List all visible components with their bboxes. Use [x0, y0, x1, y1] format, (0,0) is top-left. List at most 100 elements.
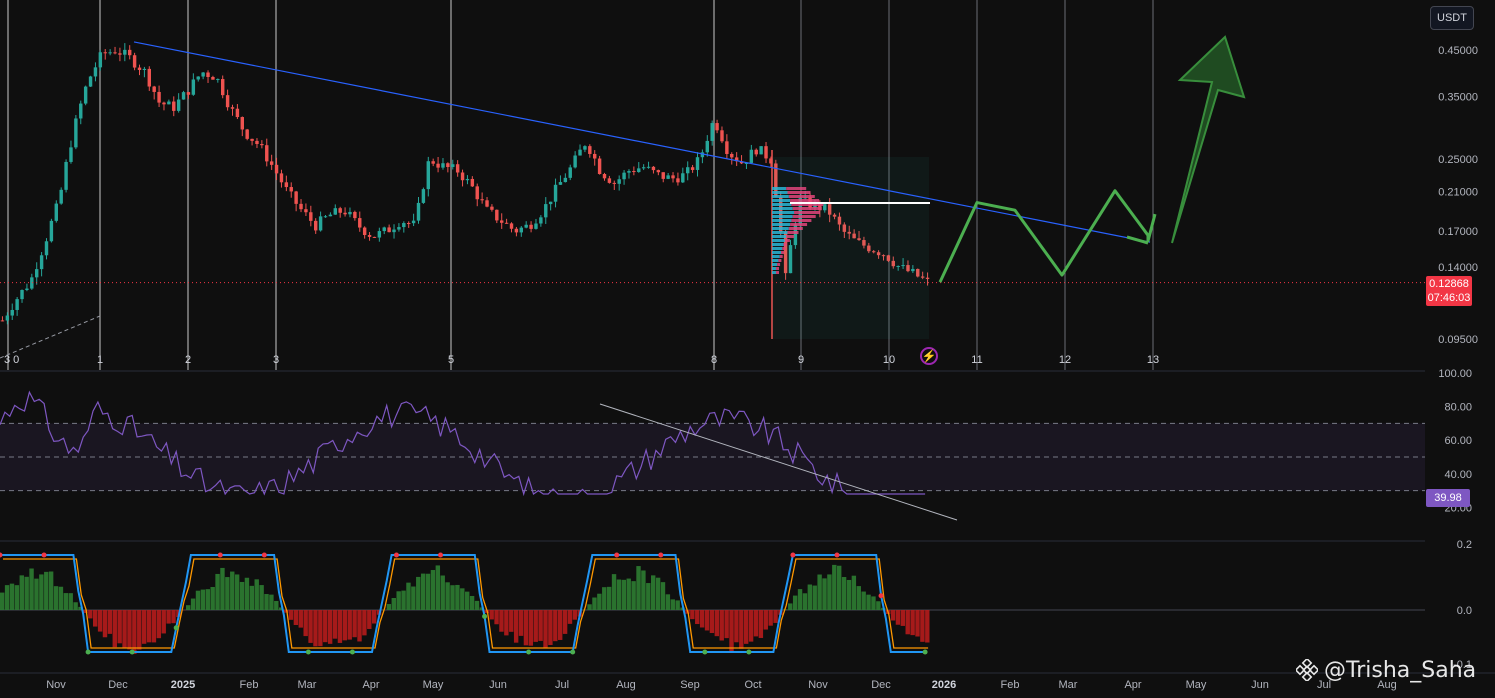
osc-bar: [832, 564, 837, 610]
candle-body: [167, 101, 171, 105]
candle-body: [406, 223, 411, 225]
candle-body: [49, 220, 54, 242]
candle-body: [676, 178, 680, 183]
currency-selector[interactable]: USDT: [1430, 6, 1474, 30]
time-axis-label: Mar: [1059, 679, 1078, 691]
candle-body: [265, 145, 269, 162]
osc-bar: [63, 593, 69, 610]
projection-tick: [1126, 235, 1149, 245]
price-tick-label: 0.17000: [1438, 226, 1478, 238]
candle-body: [108, 52, 112, 54]
candle-body: [250, 138, 254, 141]
candle-body: [725, 141, 729, 154]
candle-body: [176, 99, 181, 111]
candle-body: [225, 95, 230, 108]
volume-bar-down: [776, 267, 779, 270]
osc-bar: [14, 585, 20, 610]
candle-body: [147, 68, 152, 87]
osc-dot: [658, 552, 664, 558]
osc-bar: [900, 610, 906, 626]
candle-body: [622, 172, 626, 180]
trendline: [133, 41, 1151, 243]
osc-bar: [871, 596, 876, 610]
candle-body: [710, 123, 714, 141]
osc-bar: [259, 585, 264, 610]
osc-bar: [714, 610, 720, 637]
osc-bar: [112, 610, 117, 648]
candle-body: [88, 76, 93, 87]
watermark-text: @Trisha_Saha: [1324, 657, 1477, 683]
candle-body: [260, 143, 264, 146]
osc-bar: [504, 610, 509, 636]
candle-body: [382, 227, 386, 232]
osc-bar: [704, 610, 710, 631]
time-axis-label: Feb: [1001, 679, 1020, 691]
volume-bar-up: [772, 219, 792, 222]
candle-body: [103, 52, 107, 54]
osc-bar: [748, 610, 754, 642]
osc-bar: [915, 610, 920, 637]
osc-bar: [58, 586, 64, 610]
osc-bar: [807, 584, 813, 610]
lightning-icon[interactable]: ⚡: [920, 347, 938, 365]
candle-body: [715, 123, 719, 131]
last-price-value: 0.12868: [1429, 278, 1469, 290]
osc-bar: [303, 610, 308, 637]
osc-bar: [327, 610, 333, 644]
osc-bar: [288, 610, 294, 620]
candle-body: [397, 227, 401, 230]
osc-dot: [790, 552, 796, 558]
volume-bar-down: [776, 271, 779, 274]
osc-bar: [665, 594, 671, 610]
candle-body: [637, 168, 641, 173]
osc-dot: [614, 552, 620, 558]
volume-bar-up: [772, 263, 778, 266]
osc-bar: [107, 610, 113, 634]
osc-bar: [729, 610, 734, 652]
trading-chart[interactable]: 3 0 1 2 3 5 8 9 10 11 12 130.450000.350000.250000.…: [0, 0, 1495, 698]
osc-bar: [127, 610, 132, 650]
candle-body: [641, 167, 646, 169]
osc-bar: [734, 610, 739, 643]
oscillator-panel: [0, 552, 1425, 655]
candle-body: [529, 224, 533, 229]
osc-bar: [788, 603, 793, 610]
osc-tick-label: 0.0: [1457, 605, 1472, 617]
candle-body: [318, 216, 323, 231]
candle-body: [411, 220, 416, 224]
volume-bar-down: [792, 215, 816, 218]
osc-bar: [513, 610, 519, 643]
candle-body: [534, 223, 538, 229]
candle-body: [539, 217, 543, 224]
time-axis-label: Apr: [1124, 679, 1141, 691]
candle-body: [333, 208, 338, 215]
candle-body: [671, 175, 675, 179]
candle-body: [309, 212, 313, 221]
time-axis-label: May: [1186, 679, 1207, 691]
osc-bar: [699, 610, 705, 628]
osc-bar: [308, 610, 313, 643]
candle-body: [294, 191, 298, 204]
candle-body: [519, 227, 524, 233]
candle-body: [499, 220, 504, 223]
osc-bar: [151, 610, 157, 643]
candle-body: [754, 149, 758, 155]
osc-bar: [792, 595, 798, 610]
osc-bar: [827, 574, 832, 610]
candle-body: [544, 204, 548, 218]
volume-bar-up: [772, 239, 785, 242]
volume-bar-down: [787, 231, 799, 234]
candle-body: [230, 107, 235, 109]
osc-bar: [347, 610, 352, 640]
volume-bar-up: [772, 207, 793, 210]
osc-bar: [9, 583, 15, 610]
candle-body: [25, 288, 29, 291]
osc-bar: [367, 610, 372, 629]
axis-layer: 3 0 1 2 3 5 8 9 10 11 12 130.450000.350000.250000.…: [4, 45, 1478, 691]
candle-body: [416, 202, 421, 221]
osc-bar: [465, 591, 470, 610]
candle-body: [588, 146, 592, 154]
osc-bar: [841, 577, 847, 610]
volume-bar-up: [772, 223, 791, 226]
cycle-label: 9: [798, 354, 804, 366]
